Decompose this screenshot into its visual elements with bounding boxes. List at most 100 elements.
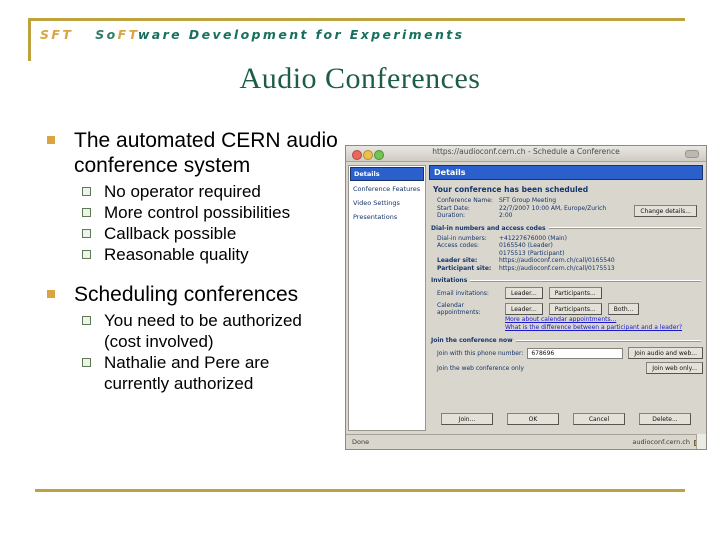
bullet-level1-label: Scheduling conferences xyxy=(74,283,299,306)
bullet-level1-label: The automated CERN audio conference syst… xyxy=(74,129,338,177)
ok-button[interactable]: OK xyxy=(507,413,559,425)
window-body: Details Conference Features Video Settin… xyxy=(346,162,706,434)
status-left-text: Done xyxy=(352,438,370,446)
email-invitations-label: Email invitations: xyxy=(437,289,489,297)
detail-value: SFT Group Meeting xyxy=(499,197,557,204)
pane-subheader: Your conference has been scheduled xyxy=(433,185,589,194)
calendar-leader-button[interactable]: Leader... xyxy=(505,303,543,315)
bullet-level2-label: Nathalie and Pere are currently authoriz… xyxy=(104,353,270,393)
join-web-only-label: Join the web conference only xyxy=(437,364,524,372)
dialin-key xyxy=(437,250,499,258)
scrollbar-corner[interactable] xyxy=(696,434,706,449)
bullet-level2-label: Reasonable quality xyxy=(104,245,249,264)
bullet-level2: No operator required xyxy=(38,181,338,202)
dialin-row: Participant site: https://audioconf.cern… xyxy=(437,265,703,273)
header-rule xyxy=(28,18,685,21)
bullet-level2-label: More control possibilities xyxy=(104,203,291,222)
sidebar-item-video-settings[interactable]: Video Settings xyxy=(349,196,425,210)
dialin-key: Participant site: xyxy=(437,264,492,272)
dialin-key: Access codes: xyxy=(437,242,480,249)
sublist: No operator required More control possib… xyxy=(38,181,338,265)
bullet-level2-label: Callback possible xyxy=(104,224,237,243)
dialin-row: Access codes: 0165540 (Leader) xyxy=(437,242,703,250)
email-invitations-row: Email invitations: Leader... Participant… xyxy=(437,287,703,299)
hollow-square-bullet-icon xyxy=(82,208,91,217)
legend-rule xyxy=(515,339,701,342)
browser-window-screenshot: https://audioconf.cern.ch - Schedule a C… xyxy=(345,145,707,450)
email-participants-button[interactable]: Participants... xyxy=(548,287,602,299)
detail-key: Duration: xyxy=(437,212,466,219)
window-title: https://audioconf.cern.ch - Schedule a C… xyxy=(432,147,620,156)
calendar-participants-button[interactable]: Participants... xyxy=(548,303,602,315)
sidebar-nav: Details Conference Features Video Settin… xyxy=(348,165,426,431)
calendar-appointments-row: Calendar appointments: Leader... Partici… xyxy=(437,302,703,316)
bullet-level1: The automated CERN audio conference syst… xyxy=(38,128,338,178)
join-button[interactable]: Join... xyxy=(441,413,493,425)
join-phone-row: Join with this phone number: 678696 Join… xyxy=(437,347,703,359)
bullet-level2: Reasonable quality xyxy=(38,244,338,265)
sublist: You need to be authorized (cost involved… xyxy=(38,310,338,394)
leader-site-link[interactable]: https://audioconf.cern.ch/call/0165540 xyxy=(499,257,703,265)
more-about-calendar-link[interactable]: More about calendar appointments... xyxy=(505,316,703,324)
join-phone-label: Join with this phone number: xyxy=(437,349,524,357)
kicker-sft: SFT xyxy=(40,27,74,42)
bullet-level1: Scheduling conferences xyxy=(38,282,338,307)
calendar-appointments-label: Calendar appointments: xyxy=(437,302,481,316)
hollow-square-bullet-icon xyxy=(82,250,91,259)
dialin-value: +41227676000 (Main) xyxy=(499,234,567,242)
join-web-only-button[interactable]: Join web only... xyxy=(646,362,703,374)
participant-site-link[interactable]: https://audioconf.cern.ch/call/0175513 xyxy=(499,265,703,273)
join-phone-input[interactable]: 678696 xyxy=(527,347,624,359)
invitations-section-legend: Invitations xyxy=(431,277,701,284)
dialin-key: Dial-in numbers: xyxy=(437,234,487,242)
detail-row: Conference Name: SFT Group Meeting xyxy=(437,197,703,205)
square-bullet-icon xyxy=(47,136,55,144)
hollow-square-bullet-icon xyxy=(82,358,91,367)
dialin-section-legend: Dial-in numbers and access codes xyxy=(431,225,701,232)
header-accent-bar xyxy=(28,18,31,61)
bullet-level2-label: You need to be authorized (cost involved… xyxy=(104,311,302,351)
change-details-button[interactable]: Change details... xyxy=(634,205,697,217)
calendar-both-button[interactable]: Both... xyxy=(607,303,640,315)
page-title: Audio Conferences xyxy=(239,62,481,95)
window-titlebar: https://audioconf.cern.ch - Schedule a C… xyxy=(346,146,706,162)
dialin-value: 0175513 (Participant) xyxy=(499,249,565,257)
status-host-text: audioconf.cern.ch xyxy=(632,438,690,446)
participant-vs-leader-link[interactable]: What is the difference between a partici… xyxy=(505,324,703,332)
footer-rule xyxy=(35,489,685,492)
sidebar-item-presentations[interactable]: Presentations xyxy=(349,210,425,224)
hollow-square-bullet-icon xyxy=(82,187,91,196)
invitations-legend-label: Invitations xyxy=(431,277,468,284)
dialin-value: 0165540 (Leader) xyxy=(499,242,553,249)
bullet-level2: More control possibilities xyxy=(38,202,338,223)
kicker-ft: FT xyxy=(117,27,138,42)
detail-key: Start Date: xyxy=(437,204,470,212)
cancel-button[interactable]: Cancel xyxy=(573,413,625,425)
dialin-row: Leader site: https://audioconf.cern.ch/c… xyxy=(437,257,703,265)
hollow-square-bullet-icon xyxy=(82,316,91,325)
bullet-level2: Nathalie and Pere are currently authoriz… xyxy=(38,352,338,394)
legend-rule xyxy=(548,227,701,229)
dialin-row: Dial-in numbers: +41227676000 (Main) xyxy=(437,235,703,243)
kicker-rest: ware Development for Experiments xyxy=(137,27,465,42)
join-web-only-row: Join the web conference only Join web on… xyxy=(437,362,703,374)
delete-button[interactable]: Delete... xyxy=(639,413,691,425)
bullet-level2-label: No operator required xyxy=(104,182,261,201)
pane-header: Details xyxy=(429,165,703,180)
dialin-legend-label: Dial-in numbers and access codes xyxy=(431,224,546,232)
square-bullet-icon xyxy=(47,290,55,298)
slide-body: The automated CERN audio conference syst… xyxy=(38,128,338,394)
bullet-level2: Callback possible xyxy=(38,223,338,244)
join-audio-and-web-button[interactable]: Join audio and web... xyxy=(628,347,703,359)
hollow-square-bullet-icon xyxy=(82,229,91,238)
legend-rule xyxy=(470,279,701,282)
sidebar-item-conference-features[interactable]: Conference Features xyxy=(349,182,425,196)
bullet-level2: You need to be authorized (cost involved… xyxy=(38,310,338,352)
detail-key: Conference Name: xyxy=(437,197,493,204)
dialin-row: 0175513 (Participant) xyxy=(437,250,703,258)
email-leader-button[interactable]: Leader... xyxy=(505,287,543,299)
toolbar-toggle-icon[interactable] xyxy=(685,150,699,158)
sidebar-item-details[interactable]: Details xyxy=(350,167,424,181)
browser-status-bar: Done audioconf.cern.ch xyxy=(346,434,706,449)
details-pane: Details Your conference has been schedul… xyxy=(429,165,703,431)
